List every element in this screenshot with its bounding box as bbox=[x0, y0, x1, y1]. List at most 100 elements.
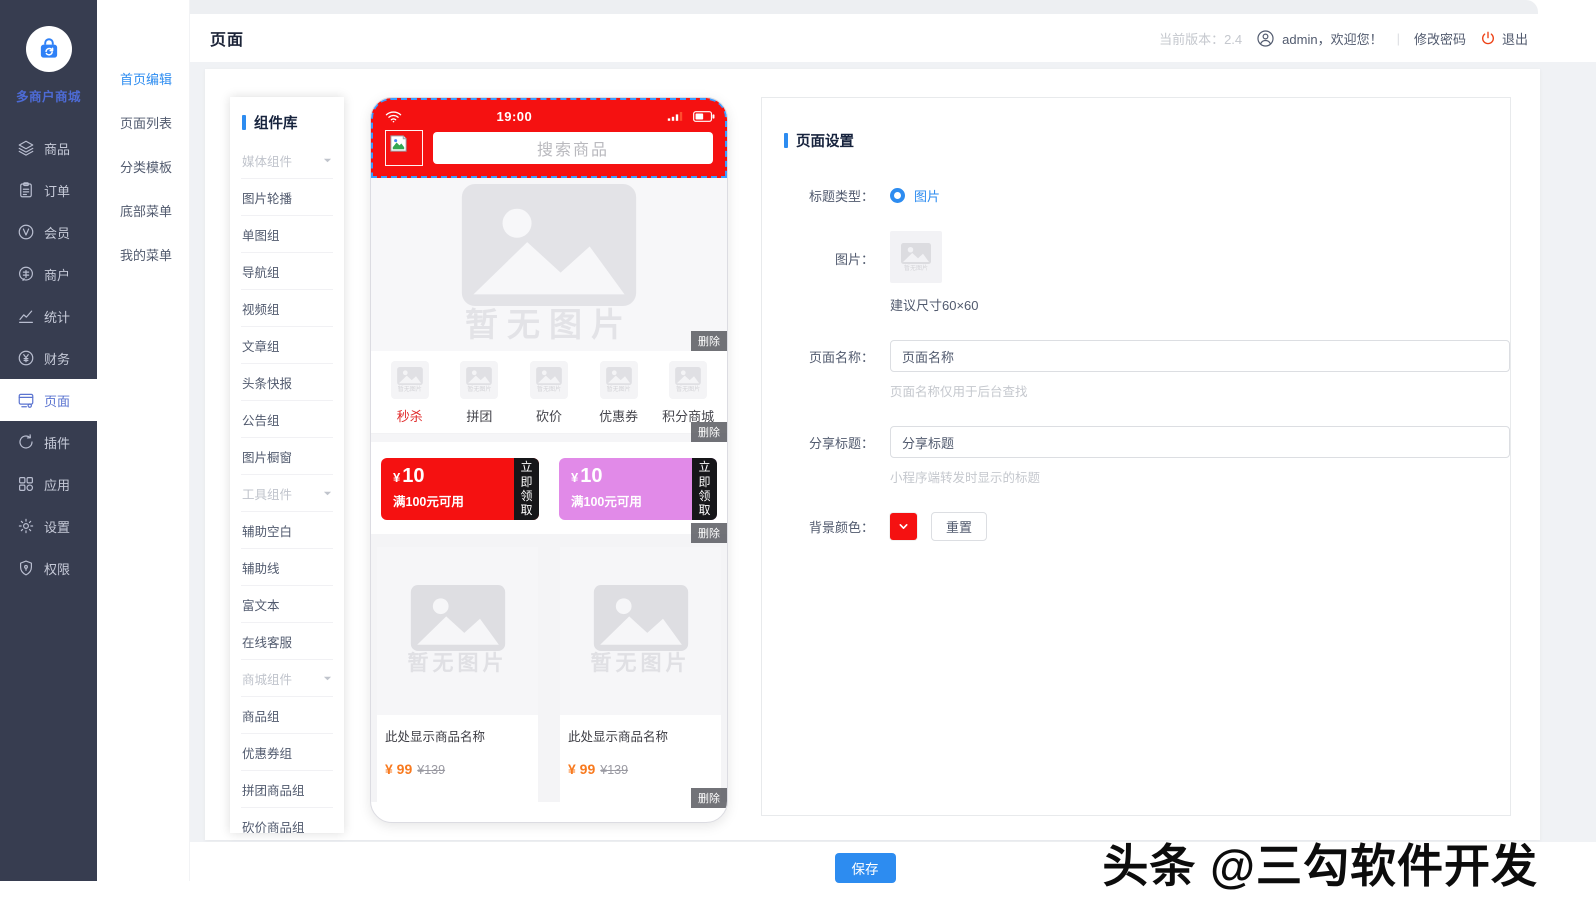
page-name-hint: 页面名称仅用于后台查找 bbox=[890, 385, 1028, 399]
sidebar-item-settings[interactable]: 设置 bbox=[0, 505, 97, 547]
watermark-text: 头条 @三勾软件开发 bbox=[1102, 840, 1538, 892]
page-settings-panel: 页面设置 标题类型： 图片 图片： 暂无图片 建议尺寸60×60 页面名称： 页… bbox=[761, 97, 1511, 816]
component-item[interactable]: 砍价商品组 bbox=[241, 808, 333, 833]
nav-item-coupon[interactable]: 暂无图片 优惠券 bbox=[588, 361, 650, 425]
sidebar-item-members[interactable]: 会员 bbox=[0, 211, 97, 253]
delete-nav-button[interactable]: 删除 bbox=[691, 422, 727, 442]
submenu-item-category-template[interactable]: 分类模板 bbox=[97, 146, 189, 190]
nav-item-seckill[interactable]: 暂无图片 秒杀 bbox=[379, 361, 441, 425]
component-library-panel: 组件库 媒体组件 图片轮播 单图组 导航组 视频组 文章组 头条快报 公告组 图… bbox=[230, 97, 344, 833]
nav-item-points-mall[interactable]: 暂无图片 积分商城 bbox=[657, 361, 719, 425]
sidebar-item-label: 页面 bbox=[44, 393, 71, 409]
radio-label-image[interactable]: 图片 bbox=[914, 186, 940, 205]
nav-item-bargain[interactable]: 暂无图片 砍价 bbox=[518, 361, 580, 425]
component-item[interactable]: 头条快报 bbox=[241, 364, 333, 401]
layers-icon bbox=[17, 139, 35, 157]
page-window-icon bbox=[17, 391, 35, 409]
money-icon bbox=[17, 349, 35, 367]
submenu-item-my-menu[interactable]: 我的菜单 bbox=[97, 234, 189, 278]
coupon-claim-button[interactable]: 立即领取 bbox=[514, 458, 539, 520]
product-card[interactable]: 暂无图片 此处显示商品名称 ¥ 99 ¥139 bbox=[560, 547, 721, 802]
page-name-input[interactable] bbox=[890, 340, 1510, 372]
component-item[interactable]: 商品组 bbox=[241, 697, 333, 734]
version-label: 当前版本：2.4 bbox=[1159, 31, 1243, 47]
radio-title-type-image[interactable] bbox=[890, 188, 905, 203]
component-item[interactable]: 辅助线 bbox=[241, 549, 333, 586]
image-placeholder-icon: 暂无图片 bbox=[669, 361, 708, 399]
component-group-media[interactable]: 媒体组件 bbox=[241, 142, 333, 179]
search-products-bar[interactable]: 搜索商品 bbox=[433, 132, 713, 164]
logout-link[interactable]: 退出 bbox=[1480, 29, 1528, 48]
banner-component[interactable]: 暂无图片 删除 bbox=[371, 178, 727, 351]
bag-icon bbox=[25, 26, 72, 72]
coupon-card-violet[interactable]: ¥10 满100元可用 立即领取 bbox=[559, 458, 717, 520]
phone-logo-slot[interactable] bbox=[385, 130, 423, 166]
chevron-down-icon bbox=[323, 489, 332, 498]
sidebar-item-permissions[interactable]: 权限 bbox=[0, 547, 97, 589]
sidebar-item-label: 插件 bbox=[44, 435, 71, 451]
sidebar-item-stats[interactable]: 统计 bbox=[0, 295, 97, 337]
coupon-claim-button[interactable]: 立即领取 bbox=[692, 458, 717, 520]
component-item[interactable]: 优惠券组 bbox=[241, 734, 333, 771]
submenu-item-page-list[interactable]: 页面列表 bbox=[97, 102, 189, 146]
product-price: ¥ 99 ¥139 bbox=[568, 761, 629, 777]
submenu-item-bottom-menu[interactable]: 底部菜单 bbox=[97, 190, 189, 234]
refresh-circle-icon bbox=[17, 433, 35, 451]
component-item[interactable]: 公告组 bbox=[241, 401, 333, 438]
phone-header-component-selected[interactable]: 19:00 搜索商品 bbox=[371, 98, 727, 178]
submenu-item-home-edit[interactable]: 首页编辑 bbox=[97, 58, 189, 102]
section-spacer bbox=[371, 434, 727, 442]
page-name-label: 页面名称： bbox=[808, 349, 874, 365]
image-upload-thumbnail[interactable]: 暂无图片 bbox=[890, 231, 942, 283]
product-group-component[interactable]: 暂无图片 此处显示商品名称 ¥ 99 ¥139 暂无图片 此处显示商品名称 ¥ … bbox=[371, 534, 727, 808]
nav-item-groupbuy[interactable]: 暂无图片 拼团 bbox=[448, 361, 510, 425]
sidebar-item-label: 订单 bbox=[44, 183, 71, 199]
coupon-card-red[interactable]: ¥10 满100元可用 立即领取 bbox=[381, 458, 539, 520]
image-placeholder-icon: 暂无图片 bbox=[460, 361, 499, 399]
secondary-sidebar: 首页编辑 页面列表 分类模板 底部菜单 我的菜单 bbox=[97, 0, 190, 881]
component-group-mall[interactable]: 商城组件 bbox=[241, 660, 333, 697]
component-item[interactable]: 辅助空白 bbox=[241, 512, 333, 549]
component-item[interactable]: 图片轮播 bbox=[241, 179, 333, 216]
component-item[interactable]: 单图组 bbox=[241, 216, 333, 253]
sidebar-item-orders[interactable]: 订单 bbox=[0, 169, 97, 211]
title-type-row: 标题类型： 图片 bbox=[802, 186, 1510, 205]
user-chip[interactable]: admin，欢迎您！ bbox=[1256, 29, 1383, 48]
share-title-input[interactable] bbox=[890, 426, 1510, 458]
title-accent-bar bbox=[784, 133, 788, 148]
reset-color-button[interactable]: 重置 bbox=[931, 512, 988, 541]
sidebar-item-merchants[interactable]: 商户 bbox=[0, 253, 97, 295]
page-title: 页面 bbox=[210, 32, 245, 49]
component-item[interactable]: 拼团商品组 bbox=[241, 771, 333, 808]
bg-color-row: 背景颜色： 重置 bbox=[802, 512, 1510, 541]
image-placeholder-icon: 暂无图片 bbox=[390, 361, 429, 399]
component-item[interactable]: 图片橱窗 bbox=[241, 438, 333, 475]
component-item[interactable]: 视频组 bbox=[241, 290, 333, 327]
component-item[interactable]: 在线客服 bbox=[241, 623, 333, 660]
coupon-group-component[interactable]: ¥10 满100元可用 立即领取 ¥10 满100元可用 立即领取 删除 bbox=[371, 442, 727, 543]
delete-products-button[interactable]: 删除 bbox=[691, 788, 727, 808]
component-item[interactable]: 文章组 bbox=[241, 327, 333, 364]
chevron-down-icon bbox=[323, 674, 332, 683]
product-card[interactable]: 暂无图片 此处显示商品名称 ¥ 99 ¥139 bbox=[377, 547, 538, 802]
component-item[interactable]: 富文本 bbox=[241, 586, 333, 623]
save-button[interactable]: 保存 bbox=[834, 853, 896, 883]
sidebar-item-plugins[interactable]: 插件 bbox=[0, 421, 97, 463]
product-name: 此处显示商品名称 bbox=[568, 730, 669, 744]
sidebar-item-pages[interactable]: 页面 bbox=[0, 379, 97, 421]
share-title-hint: 小程序端转发时显示的标题 bbox=[890, 471, 1041, 485]
nav-group-component[interactable]: 暂无图片 秒杀 暂无图片 拼团 暂无图片 砍价 暂无图片 优惠券 暂无图片 积分… bbox=[371, 351, 727, 442]
sidebar-item-finance[interactable]: 财务 bbox=[0, 337, 97, 379]
chevron-down-icon bbox=[899, 524, 908, 529]
component-group-tools[interactable]: 工具组件 bbox=[241, 475, 333, 512]
bg-color-picker[interactable] bbox=[890, 513, 917, 540]
sidebar-item-apps[interactable]: 应用 bbox=[0, 463, 97, 505]
delete-banner-button[interactable]: 删除 bbox=[691, 331, 727, 351]
delete-coupons-button[interactable]: 删除 bbox=[691, 523, 727, 543]
content-area: 组件库 媒体组件 图片轮播 单图组 导航组 视频组 文章组 头条快报 公告组 图… bbox=[190, 62, 1596, 842]
component-item[interactable]: 导航组 bbox=[241, 253, 333, 290]
sidebar-item-goods[interactable]: 商品 bbox=[0, 127, 97, 169]
sidebar-item-label: 权限 bbox=[44, 561, 71, 577]
bg-color-label: 背景颜色： bbox=[808, 520, 874, 535]
change-password-link[interactable]: 修改密码 bbox=[1414, 29, 1466, 48]
